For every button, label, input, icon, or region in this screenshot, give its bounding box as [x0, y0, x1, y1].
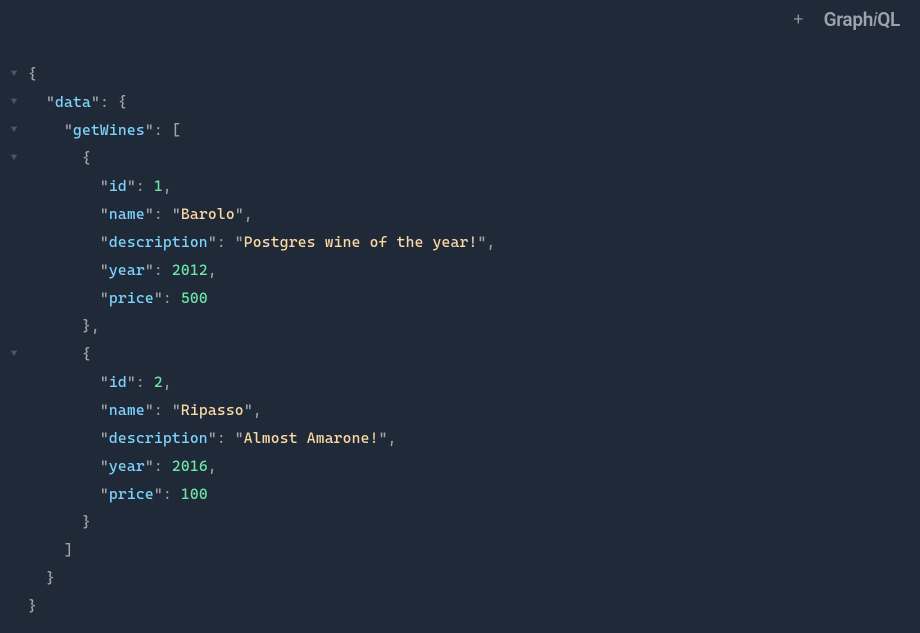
logo-part1: Graph — [824, 8, 873, 31]
graphiql-logo: GraphiQL — [824, 8, 900, 31]
code-line: ▼ "data": { — [0, 88, 920, 116]
response-pane: ▼ { ▼ "data": { ▼ "getWines": [ ▼ { "id"… — [0, 38, 920, 620]
json-number: 100 — [181, 485, 208, 503]
json-key: year — [109, 457, 145, 475]
json-number: 2 — [154, 373, 163, 391]
json-string: Barolo — [181, 205, 235, 223]
code-line: ▼ { — [0, 340, 920, 368]
json-key: description — [109, 233, 208, 251]
json-number: 2012 — [172, 261, 208, 279]
code-line: "description": "Almost Amarone!", — [0, 424, 920, 452]
code-line: ▼ "getWines": [ — [0, 116, 920, 144]
header: + GraphiQL — [0, 0, 920, 38]
code-line: } — [0, 592, 920, 620]
code-line: } — [0, 508, 920, 536]
json-key: description — [109, 429, 208, 447]
add-tab-button[interactable]: + — [793, 9, 804, 30]
json-string: Postgres wine of the year! — [244, 233, 478, 251]
json-key: name — [109, 205, 145, 223]
brace-close: } — [28, 597, 37, 615]
brace-open: { — [82, 149, 91, 167]
bracket-open: [ — [172, 121, 181, 139]
json-key: getWines — [73, 121, 145, 139]
json-key: id — [109, 373, 127, 391]
fold-toggle[interactable]: ▼ — [0, 144, 28, 172]
code-line: "price": 100 — [0, 480, 920, 508]
json-number: 500 — [181, 289, 208, 307]
fold-toggle[interactable]: ▼ — [0, 340, 28, 368]
json-key: name — [109, 401, 145, 419]
code-line: ▼ { — [0, 144, 920, 172]
brace-open: { — [82, 345, 91, 363]
json-key: price — [109, 289, 154, 307]
json-key: price — [109, 485, 154, 503]
code-line: "description": "Postgres wine of the yea… — [0, 228, 920, 256]
json-number: 1 — [154, 177, 163, 195]
code-line: "year": 2016, — [0, 452, 920, 480]
logo-part3: QL — [877, 8, 900, 31]
json-number: 2016 — [172, 457, 208, 475]
brace-open: { — [28, 65, 37, 83]
code-line: } — [0, 564, 920, 592]
json-key: id — [109, 177, 127, 195]
code-line: "id": 2, — [0, 368, 920, 396]
fold-toggle[interactable]: ▼ — [0, 116, 28, 144]
brace-open: { — [118, 93, 127, 111]
json-string: Ripasso — [181, 401, 244, 419]
fold-toggle[interactable]: ▼ — [0, 88, 28, 116]
code-line: "name": "Ripasso", — [0, 396, 920, 424]
brace-close: } — [46, 569, 55, 587]
code-line: "price": 500 — [0, 284, 920, 312]
code-line: ▼ { — [0, 60, 920, 88]
code-line: }, — [0, 312, 920, 340]
json-string: Almost Amarone! — [244, 429, 379, 447]
brace-close: } — [82, 317, 91, 335]
json-key: data — [55, 93, 91, 111]
code-line: "year": 2012, — [0, 256, 920, 284]
code-line: ] — [0, 536, 920, 564]
code-line: "name": "Barolo", — [0, 200, 920, 228]
json-key: year — [109, 261, 145, 279]
brace-close: } — [82, 513, 91, 531]
fold-toggle[interactable]: ▼ — [0, 60, 28, 88]
code-line: "id": 1, — [0, 172, 920, 200]
bracket-close: ] — [64, 541, 73, 559]
